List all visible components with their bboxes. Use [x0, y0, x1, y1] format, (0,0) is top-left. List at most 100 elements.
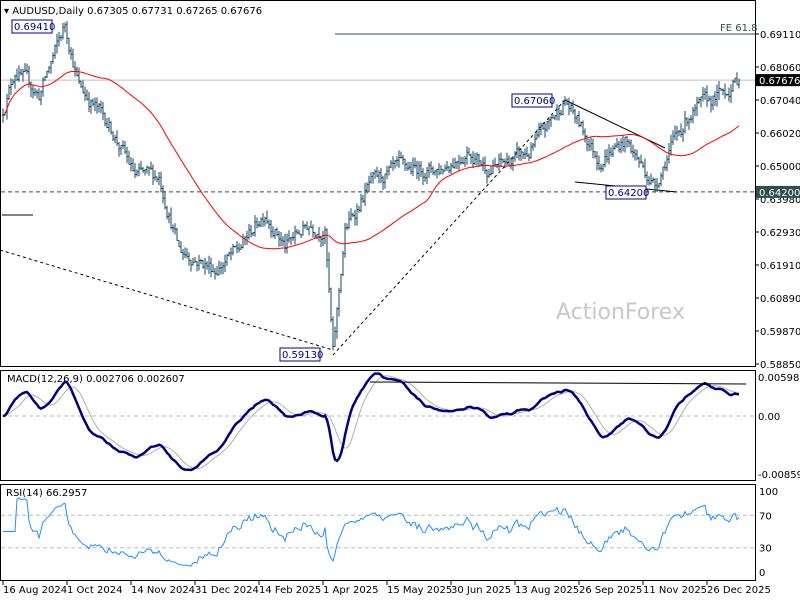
ohlc-bar: [130, 157, 132, 172]
price-tick-label: 0.59870: [760, 327, 800, 338]
ohlc-bar: [344, 222, 346, 258]
ohlc-bar: [340, 273, 342, 294]
ohlc-bar: [218, 260, 220, 276]
annotation-label: 0.64200: [608, 188, 649, 199]
ohlc-bar: [380, 167, 382, 184]
ohlc-bar: [168, 212, 170, 224]
ohlc-bar: [666, 155, 668, 172]
ohlc-bar: [88, 91, 90, 112]
ohlc-bar: [712, 95, 714, 110]
ohlc-bar: [156, 176, 158, 183]
ohlc-bar: [618, 140, 620, 153]
ohlc-bar: [164, 191, 166, 210]
date-tick-label: 13 Aug 2025: [515, 585, 579, 596]
ohlc-bar: [142, 166, 144, 173]
ohlc-bar: [414, 157, 416, 169]
ohlc-bar: [674, 125, 676, 141]
annotation-label: 0.67060: [514, 96, 555, 107]
watermark: ActionForex: [556, 300, 685, 325]
ohlc-bar: [724, 83, 726, 99]
ohlc-bar: [66, 21, 68, 44]
ohlc-bar: [472, 151, 474, 169]
ohlc-bar: [176, 227, 178, 241]
ohlc-bar: [284, 233, 286, 254]
ohlc-bar: [538, 122, 540, 138]
ohlc-bar: [678, 129, 680, 137]
ohlc-bar: [386, 165, 388, 180]
ohlc-bar: [602, 164, 604, 172]
ohlc-bar: [596, 151, 598, 171]
ohlc-bar: [492, 159, 494, 174]
ohlc-bar: [304, 223, 306, 229]
ohlc-bar: [520, 148, 522, 161]
ohlc-bar: [626, 136, 628, 148]
ohlc-bar: [192, 257, 194, 266]
ohlc-bar: [122, 140, 124, 149]
ohlc-bar: [474, 152, 476, 166]
ohlc-bar: [334, 326, 336, 348]
annotation-label: 0.69410: [14, 22, 55, 33]
macd-tick-label: 0.005981: [758, 373, 800, 384]
ohlc-bar: [408, 161, 410, 171]
ohlc-bar: [224, 254, 226, 273]
ohlc-bar: [108, 117, 110, 132]
ohlc-bar: [298, 229, 300, 235]
ohlc-bar: [670, 134, 672, 156]
ohlc-bar: [162, 185, 164, 204]
price-tick-label: 0.66020: [760, 129, 800, 140]
ohlc-bar: [2, 108, 4, 123]
ohlc-bar: [238, 243, 240, 253]
ohlc-bar: [40, 90, 42, 106]
ohlc-bar: [606, 148, 608, 163]
ohlc-bar: [594, 151, 596, 159]
ohlc-bar: [132, 158, 134, 172]
ohlc-bar: [204, 257, 206, 275]
ohlc-bar: [152, 164, 154, 185]
ohlc-bar: [470, 153, 472, 164]
ohlc-bar: [454, 157, 456, 169]
ohlc-bar: [174, 223, 176, 235]
ohlc-bar: [16, 68, 18, 82]
moving-average-line: [2, 70, 740, 250]
ohlc-bar: [610, 147, 612, 157]
ohlc-bar: [446, 160, 448, 171]
date-tick-label: 15 May 2025: [387, 585, 452, 596]
ohlc-bar: [368, 175, 370, 193]
ohlc-bar: [98, 102, 100, 113]
ohlc-bar: [198, 254, 200, 271]
ohlc-bar: [490, 166, 492, 176]
ohlc-bar: [450, 162, 452, 175]
ohlc-bar: [8, 84, 10, 101]
ohlc-bar: [580, 121, 582, 128]
ohlc-bar: [630, 139, 632, 154]
ohlc-bar: [268, 219, 270, 230]
ohlc-bar: [374, 169, 376, 179]
ohlc-bar: [650, 173, 652, 185]
ohlc-bar: [682, 128, 684, 142]
lower-trend-line: [0, 249, 334, 351]
date-tick-label: 14 Nov 2024: [131, 585, 195, 596]
ohlc-bar: [146, 165, 148, 174]
ohlc-bar: [312, 224, 314, 238]
ohlc-bar: [694, 104, 696, 117]
date-tick-label: 31 Dec 2024: [195, 585, 259, 596]
ohlc-bar: [110, 121, 112, 135]
ohlc-bar: [86, 89, 88, 101]
ohlc-bar: [676, 125, 678, 141]
ohlc-bar: [308, 226, 310, 236]
ohlc-bar: [634, 149, 636, 161]
audusd-chart: ActionForex 0.69110 0.68060 0.67040 0.66020…: [0, 0, 800, 596]
ohlc-bar: [50, 60, 52, 74]
ohlc-bar: [576, 114, 578, 125]
ohlc-bar: [546, 121, 548, 132]
ohlc-bar: [286, 233, 288, 254]
ohlc-bar: [310, 220, 312, 229]
ohlc-bar: [376, 166, 378, 178]
ohlc-bar: [658, 183, 660, 189]
ohlc-bar: [532, 143, 534, 151]
ohlc-bar: [396, 156, 398, 167]
ohlc-bar: [186, 248, 188, 259]
ohlc-bar: [296, 228, 298, 235]
ohlc-bar: [252, 231, 254, 237]
ohlc-bar: [686, 117, 688, 127]
